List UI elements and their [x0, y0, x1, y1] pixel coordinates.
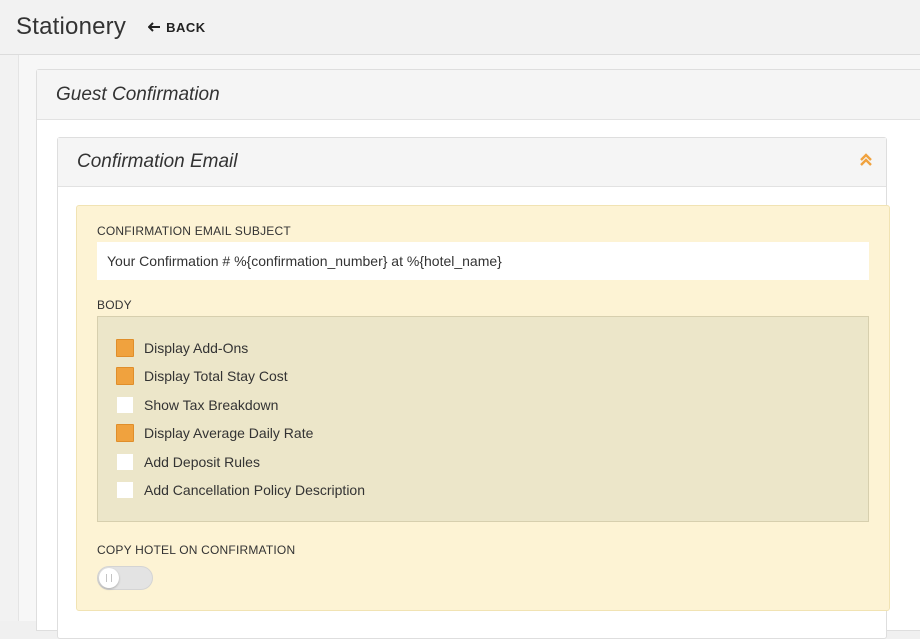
- guest-confirmation-header: Guest Confirmation: [37, 70, 920, 120]
- top-bar: Stationery BACK: [0, 0, 920, 55]
- copy-hotel-toggle[interactable]: [97, 566, 153, 590]
- collapse-button[interactable]: [846, 138, 886, 186]
- copy-hotel-label: COPY HOTEL ON CONFIRMATION: [97, 543, 296, 557]
- back-button-label: BACK: [166, 19, 206, 35]
- subject-label: CONFIRMATION EMAIL SUBJECT: [97, 224, 291, 238]
- body-options-box: Display Add-Ons Display Total Stay Cost …: [97, 316, 869, 522]
- option-label: Show Tax Breakdown: [144, 397, 279, 413]
- checkbox[interactable]: [116, 367, 134, 385]
- checkbox[interactable]: [116, 453, 134, 471]
- subject-input[interactable]: [97, 242, 869, 280]
- confirmation-email-title: Confirmation Email: [77, 151, 238, 172]
- option-label: Add Deposit Rules: [144, 454, 260, 470]
- option-add-cancellation-policy[interactable]: Add Cancellation Policy Description: [116, 479, 365, 501]
- option-label: Add Cancellation Policy Description: [144, 482, 365, 498]
- option-label: Display Add-Ons: [144, 340, 249, 356]
- option-label: Display Average Daily Rate: [144, 425, 314, 441]
- option-show-tax-breakdown[interactable]: Show Tax Breakdown: [116, 394, 278, 416]
- checkbox[interactable]: [116, 424, 134, 442]
- option-label: Display Total Stay Cost: [144, 368, 288, 384]
- chevron-double-up-icon: [859, 151, 873, 173]
- checkbox[interactable]: [116, 339, 134, 357]
- left-rail: [0, 55, 18, 621]
- page-title: Stationery: [16, 13, 127, 40]
- back-button[interactable]: BACK: [148, 20, 206, 35]
- toggle-knob: [99, 568, 119, 588]
- confirmation-email-card: Confirmation Email CONFIRMATION EMAIL SU…: [57, 137, 890, 639]
- body-label: BODY: [97, 298, 132, 312]
- arrow-left-icon: [148, 22, 161, 32]
- guest-confirmation-panel: Guest Confirmation Confirmation Email CO…: [36, 69, 920, 639]
- guest-confirmation-title: Guest Confirmation: [56, 83, 220, 105]
- option-add-deposit-rules[interactable]: Add Deposit Rules: [116, 451, 260, 473]
- grip-icon: [106, 574, 112, 582]
- email-settings-box: CONFIRMATION EMAIL SUBJECT BODY Display …: [76, 205, 890, 611]
- checkbox[interactable]: [116, 481, 134, 499]
- option-display-add-ons[interactable]: Display Add-Ons: [116, 337, 248, 359]
- option-display-average-daily-rate[interactable]: Display Average Daily Rate: [116, 422, 313, 444]
- checkbox[interactable]: [116, 396, 134, 414]
- option-display-total-stay-cost[interactable]: Display Total Stay Cost: [116, 365, 288, 387]
- confirmation-email-header[interactable]: Confirmation Email: [58, 138, 886, 187]
